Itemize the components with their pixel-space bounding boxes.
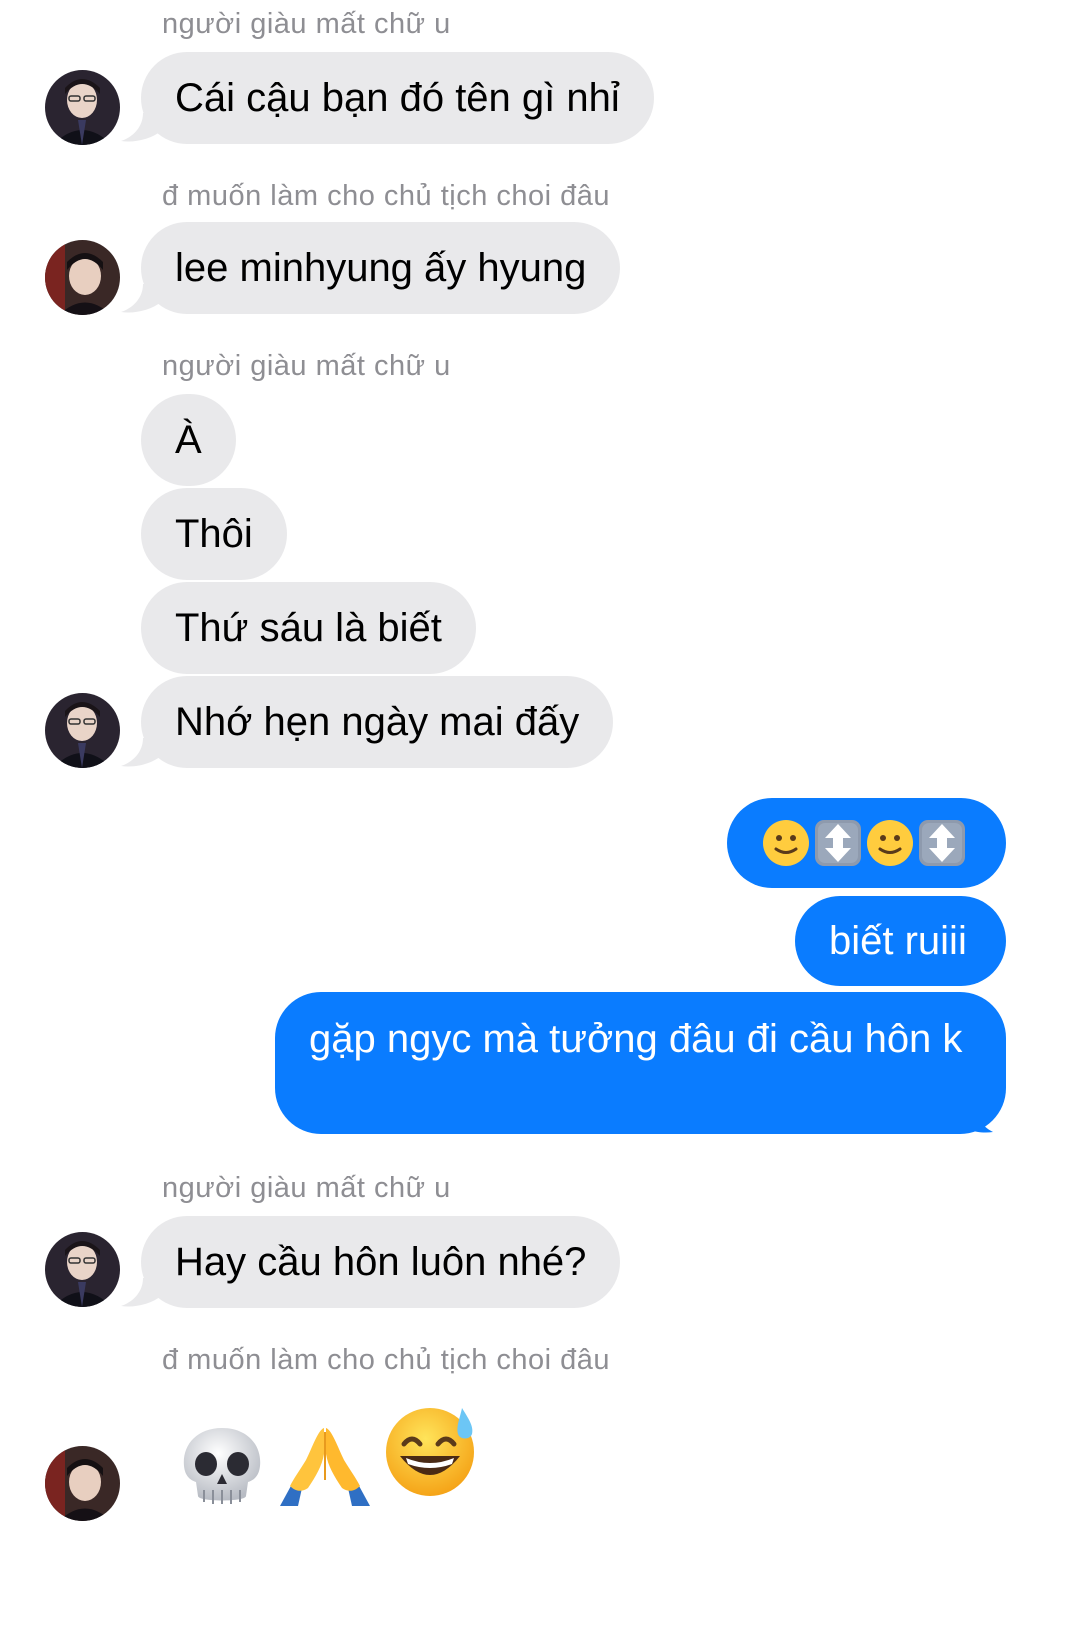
avatar[interactable] [45, 693, 120, 768]
sender-name: người giàu mất chữ u [162, 350, 451, 382]
avatar[interactable] [45, 240, 120, 315]
outgoing-message[interactable]: biết ruiii [795, 896, 1006, 986]
incoming-message[interactable]: Nhớ hẹn ngày mai đấy [141, 676, 614, 768]
outgoing-message[interactable]: gặp ngyc mà tưởng đâu đi cầu hôn k [275, 992, 1006, 1134]
bubble-tail-outgoing [955, 1098, 993, 1133]
sender-name: người giàu mất chữ u [162, 1172, 451, 1204]
incoming-message[interactable]: Cái cậu bạn đó tên gì nhỉ [141, 52, 654, 144]
smiling-face-icon [867, 820, 913, 866]
nod-emoji-row [761, 818, 967, 868]
emoji-message-text: 💀🙏😅 [0, 0, 1, 1]
sender-name: đ muốn làm cho chủ tịch choi đâu [162, 1344, 611, 1376]
folded-hands-icon[interactable] [272, 1426, 378, 1506]
up-down-arrow-icon [815, 820, 861, 866]
nod-emoji-text: 🙂↕️🙂↕️ [761, 798, 762, 799]
bubble-tail [121, 113, 161, 142]
outgoing-message-emoji[interactable]: 🙂↕️🙂↕️ [727, 798, 1006, 888]
sender-name: đ muốn làm cho chủ tịch choi đâu [162, 180, 611, 212]
avatar[interactable] [45, 1232, 120, 1307]
incoming-message[interactable]: Thứ sáu là biết [141, 582, 476, 674]
incoming-message[interactable]: Thôi [141, 488, 287, 580]
bubble-tail [121, 738, 161, 767]
bubble-tail [121, 1278, 161, 1307]
avatar[interactable] [45, 1446, 120, 1521]
skull-icon[interactable] [176, 1426, 268, 1506]
smiling-face-icon [763, 820, 809, 866]
incoming-message[interactable]: À [141, 394, 236, 486]
bubble-tail [121, 284, 161, 313]
avatar[interactable] [45, 70, 120, 145]
grinning-sweat-icon[interactable] [382, 1402, 478, 1498]
incoming-message[interactable]: lee minhyung ấy hyung [141, 222, 621, 314]
sender-name: người giàu mất chữ u [162, 8, 451, 40]
up-down-arrow-icon [919, 820, 965, 866]
incoming-message[interactable]: Hay cầu hôn luôn nhé? [141, 1216, 621, 1308]
